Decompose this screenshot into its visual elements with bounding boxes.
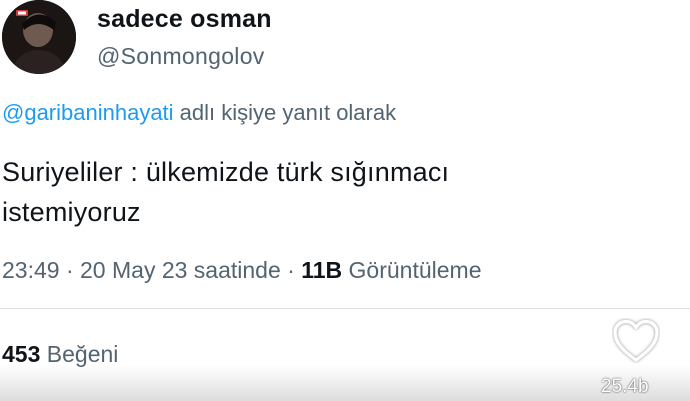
- views-label: Görüntüleme: [342, 257, 482, 283]
- tweet-meta: 23:49 · 20 May 23 saatinde · 11B Görüntü…: [2, 257, 482, 284]
- divider: [0, 308, 690, 309]
- avatar[interactable]: [2, 0, 76, 74]
- reply-context: @garibaninhayati adlı kişiye yanıt olara…: [2, 100, 396, 126]
- tweet-text-line-2: istemiyoruz: [2, 197, 141, 227]
- likes-count: 453: [2, 341, 41, 367]
- meta-separator: ·: [59, 257, 81, 283]
- likes-stat[interactable]: 453 Beğeni: [2, 341, 118, 368]
- reply-mention-link[interactable]: @garibaninhayati: [2, 100, 174, 125]
- tweet-text: Suriyeliler : ülkemizde türk sığınmacı i…: [2, 152, 662, 232]
- display-name[interactable]: sadece osman: [97, 5, 272, 34]
- views-count: 11B: [301, 257, 343, 283]
- user-handle[interactable]: @Sonmongolov: [97, 43, 265, 70]
- tweet-date[interactable]: 20 May 23 saatinde: [80, 257, 281, 283]
- overlay-like-count: 25.4b: [601, 376, 649, 397]
- tweet-header: sadece osman @Sonmongolov: [0, 0, 690, 90]
- meta-separator: ·: [280, 257, 302, 283]
- likes-label: Beğeni: [40, 341, 119, 367]
- avatar-photo-icon: [2, 0, 76, 74]
- bottom-shade: [0, 365, 690, 401]
- reply-context-text: adlı kişiye yanıt olarak: [173, 100, 397, 125]
- tweet-time[interactable]: 23:49: [2, 257, 60, 283]
- tweet-text-line-1: Suriyeliler : ülkemizde türk sığınmacı: [2, 157, 450, 187]
- heart-outline-icon[interactable]: [612, 318, 660, 364]
